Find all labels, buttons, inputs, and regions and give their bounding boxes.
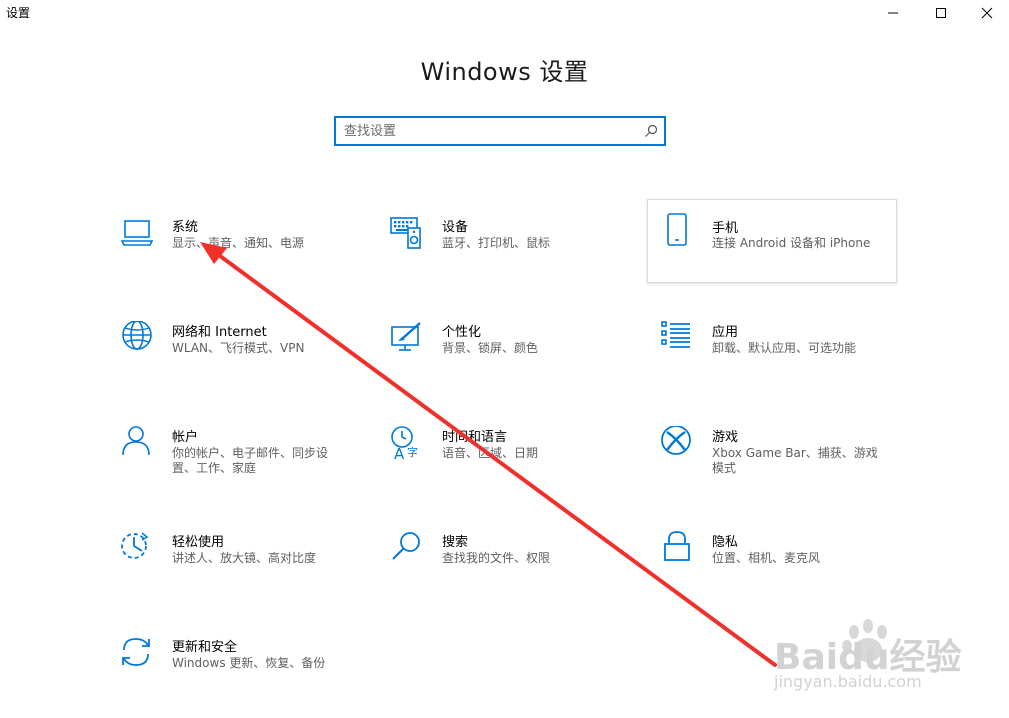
category-desc: 卸载、默认应用、可选功能 xyxy=(712,341,857,355)
category-name: 隐私 xyxy=(712,535,739,550)
category-desc: Xbox Game Bar、捕获、游戏模式 xyxy=(712,446,878,475)
category-desc: 显示、声音、通知、电源 xyxy=(172,236,305,250)
category-network[interactable]: 网络和 Internet WLAN、飞行模式、VPN xyxy=(120,321,360,397)
title-bar: 设置 xyxy=(0,0,1009,32)
category-name: 轻松使用 xyxy=(172,535,225,550)
category-name: 更新和安全 xyxy=(172,640,238,655)
watermark-url: jingyan.baidu.com xyxy=(774,672,922,691)
laptop-icon xyxy=(120,220,154,246)
person-icon xyxy=(122,426,150,456)
category-desc: Windows 更新、恢复、备份 xyxy=(172,656,326,670)
page-title: Windows 设置 xyxy=(420,58,589,86)
maximize-button[interactable] xyxy=(918,0,964,26)
category-desc: 蓝牙、打印机、鼠标 xyxy=(442,236,551,250)
category-name: 手机 xyxy=(712,221,739,236)
category-search[interactable]: 搜索 查找我的文件、权限 xyxy=(390,531,630,607)
minimize-icon xyxy=(888,12,898,14)
category-name: 网络和 Internet xyxy=(172,325,267,340)
category-desc: 位置、相机、麦克风 xyxy=(712,551,821,565)
category-gaming[interactable]: 游戏 Xbox Game Bar、捕获、游戏模式 xyxy=(660,426,900,502)
search-input[interactable] xyxy=(344,120,634,142)
sync-arrows-icon xyxy=(122,638,150,666)
svg-text:字: 字 xyxy=(407,445,418,459)
magnifier-icon xyxy=(392,532,420,560)
globe-icon xyxy=(122,321,152,350)
close-button[interactable] xyxy=(964,0,1009,26)
category-name: 搜索 xyxy=(442,535,469,550)
svg-text:A: A xyxy=(394,445,405,460)
close-icon xyxy=(981,7,993,19)
category-personalization[interactable]: 个性化 背景、锁屏、颜色 xyxy=(390,321,630,397)
search-icon[interactable] xyxy=(644,124,658,138)
baidu-watermark: Baidu经验 jingyan.baidu.com xyxy=(774,612,974,692)
paintbrush-monitor-icon xyxy=(391,322,421,351)
maximize-icon xyxy=(936,8,946,18)
category-privacy[interactable]: 隐私 位置、相机、麦克风 xyxy=(660,531,900,607)
category-update-security[interactable]: 更新和安全 Windows 更新、恢复、备份 xyxy=(120,636,360,712)
xbox-icon xyxy=(661,426,691,455)
category-accounts[interactable]: 帐户 你的帐户、电子邮件、同步设置、工作、家庭 xyxy=(120,426,360,502)
category-name: 游戏 xyxy=(712,430,739,445)
app-title: 设置 xyxy=(6,6,31,20)
search-box[interactable] xyxy=(334,116,666,146)
apps-list-icon xyxy=(661,321,690,348)
ease-of-access-icon xyxy=(121,532,149,559)
category-desc: 讲述人、放大镜、高对比度 xyxy=(172,551,317,565)
category-name: 设备 xyxy=(442,220,469,235)
minimize-button[interactable] xyxy=(870,0,916,26)
category-ease-of-access[interactable]: 轻松使用 讲述人、放大镜、高对比度 xyxy=(120,531,360,607)
category-apps[interactable]: 应用 卸载、默认应用、可选功能 xyxy=(660,321,900,397)
category-desc: 你的帐户、电子邮件、同步设置、工作、家庭 xyxy=(172,446,329,475)
category-time-language[interactable]: A 字 时间和语言 语音、区域、日期 xyxy=(390,426,630,502)
time-language-icon: A 字 xyxy=(391,426,418,460)
category-phone[interactable]: 手机 连接 Android 设备和 iPhone xyxy=(647,199,897,283)
category-name: 应用 xyxy=(712,325,739,340)
category-name: 时间和语言 xyxy=(442,430,508,445)
category-desc: WLAN、飞行模式、VPN xyxy=(172,341,305,355)
keyboard-speaker-icon xyxy=(390,217,421,249)
lock-icon xyxy=(664,531,690,561)
category-name: 系统 xyxy=(172,220,199,235)
category-devices[interactable]: 设备 蓝牙、打印机、鼠标 xyxy=(390,216,630,292)
category-desc: 连接 Android 设备和 iPhone xyxy=(712,236,871,250)
category-desc: 语音、区域、日期 xyxy=(442,446,539,460)
category-name: 个性化 xyxy=(442,325,482,340)
phone-icon xyxy=(667,213,687,246)
category-desc: 背景、锁屏、颜色 xyxy=(442,341,539,355)
category-name: 帐户 xyxy=(172,430,199,445)
category-desc: 查找我的文件、权限 xyxy=(442,551,551,565)
category-system[interactable]: 系统 显示、声音、通知、电源 xyxy=(120,216,360,292)
